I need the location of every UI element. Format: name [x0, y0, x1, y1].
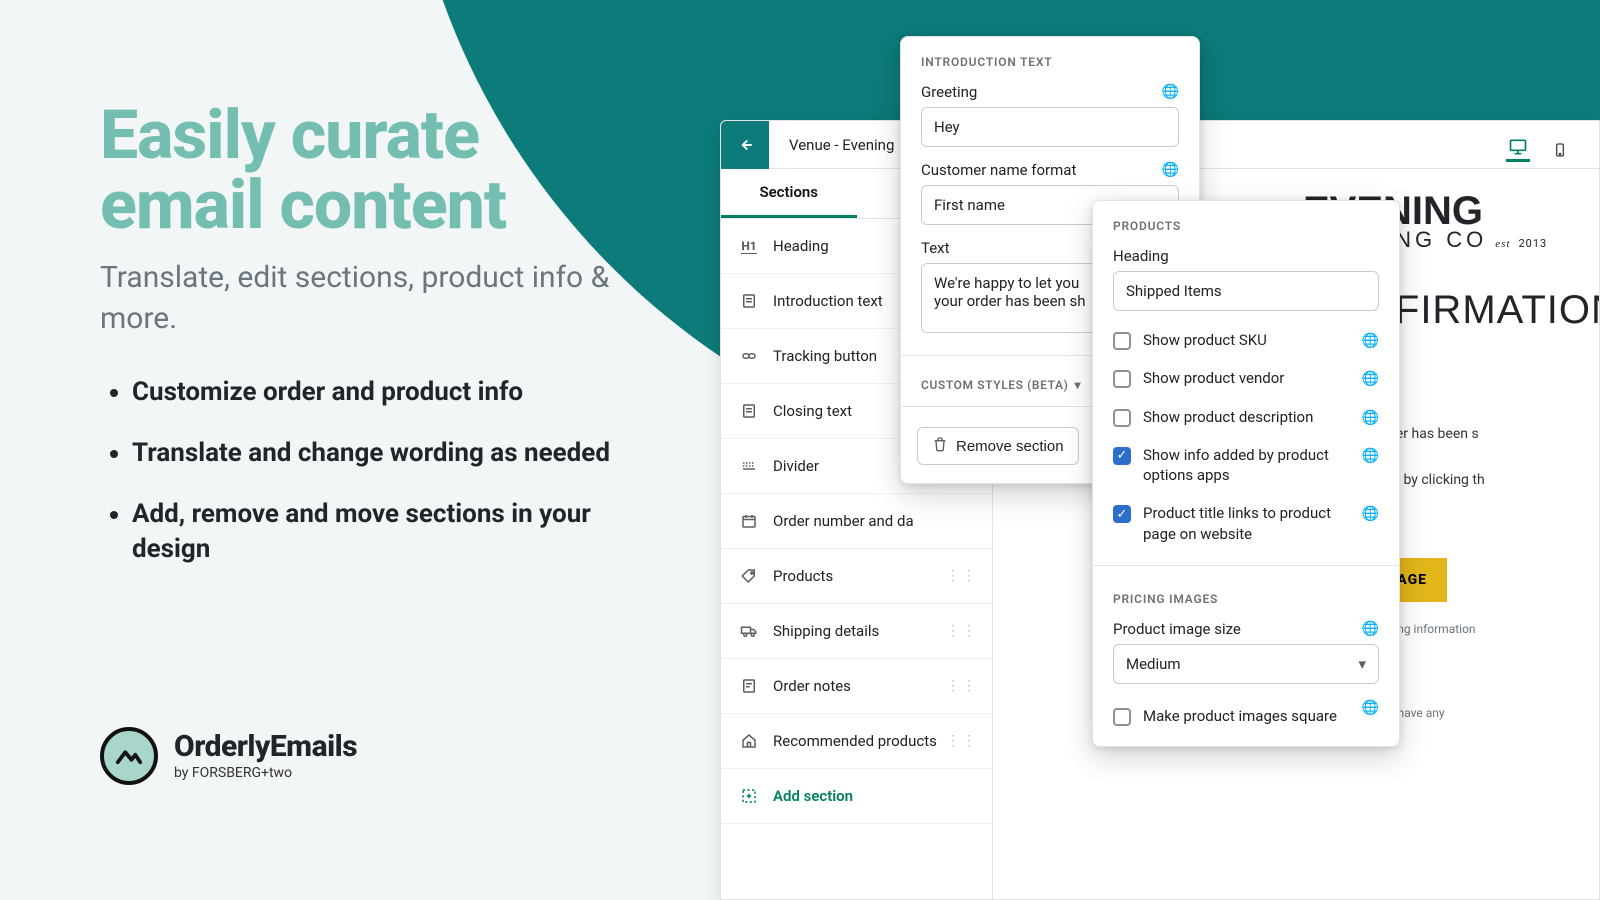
checkbox-icon — [1113, 370, 1131, 388]
drag-handle-icon[interactable]: ⋮⋮ — [946, 733, 978, 749]
products-heading-label: Heading — [1113, 247, 1169, 265]
checkbox-row[interactable]: Make product images square 🌐 — [1093, 688, 1399, 746]
checkbox-label: Show product vendor — [1143, 368, 1314, 388]
checkbox-icon — [1113, 332, 1131, 350]
section-icon — [739, 622, 759, 640]
hero-title-line2: email content — [100, 165, 506, 245]
checkbox-icon — [1113, 409, 1131, 427]
text-label: Text — [921, 239, 950, 257]
hero: Easily curate email content Translate, e… — [100, 100, 660, 593]
hero-bullet: Customize order and product info — [132, 375, 660, 410]
checkbox-label: Show product description — [1143, 407, 1343, 427]
checkbox-row[interactable]: Show product vendor 🌐 — [1093, 359, 1399, 397]
checkbox-label: Make product images square — [1143, 706, 1367, 726]
remove-section-label: Remove section — [956, 438, 1064, 455]
section-icon — [739, 457, 759, 475]
section-icon — [739, 347, 759, 365]
section-item[interactable]: Order notes ⋮⋮ — [721, 659, 992, 714]
section-label: Introduction text — [773, 292, 883, 310]
checkbox-label: Show product SKU — [1143, 330, 1297, 350]
drag-handle-icon[interactable]: ⋮⋮ — [946, 568, 978, 584]
drag-handle-icon[interactable]: ⋮⋮ — [946, 623, 978, 639]
image-size-select[interactable]: Medium ▾ — [1113, 644, 1379, 684]
section-item[interactable]: Recommended products ⋮⋮ — [721, 714, 992, 769]
section-item[interactable]: Shipping details ⋮⋮ — [721, 604, 992, 659]
plus-box-icon — [739, 787, 759, 805]
brand-logo-icon — [100, 727, 158, 785]
section-item[interactable]: Products ⋮⋮ — [721, 549, 992, 604]
drag-handle-icon[interactable]: ⋮⋮ — [946, 678, 978, 694]
globe-icon[interactable]: 🌐 — [1362, 410, 1379, 426]
globe-icon[interactable]: 🌐 — [1362, 371, 1379, 387]
section-icon — [739, 292, 759, 310]
image-size-label: Product image size — [1113, 620, 1241, 638]
section-icon — [739, 677, 759, 695]
chevron-down-icon: ▾ — [1358, 655, 1366, 673]
hero-bullet: Translate and change wording as needed — [132, 436, 660, 471]
section-icon — [739, 732, 759, 750]
section-icon — [739, 402, 759, 420]
back-button[interactable] — [721, 121, 769, 169]
globe-icon[interactable]: 🌐 — [1162, 84, 1179, 100]
globe-icon[interactable]: 🌐 — [1362, 506, 1379, 522]
globe-icon[interactable]: 🌐 — [1362, 621, 1379, 637]
desktop-icon — [1508, 137, 1528, 157]
pricing-images-title: PRICING IMAGES — [1093, 574, 1399, 614]
brand-name: OrderlyEmails — [174, 732, 357, 762]
section-icon: H1 — [739, 239, 759, 254]
hero-title: Easily curate email content — [100, 100, 660, 240]
globe-icon[interactable]: 🌐 — [1162, 162, 1179, 178]
globe-icon[interactable]: 🌐 — [1362, 448, 1379, 464]
checkbox-label: Product title links to product page on w… — [1143, 503, 1379, 544]
tab-sections[interactable]: Sections — [721, 169, 857, 218]
checkbox-row[interactable]: Show product description 🌐 — [1093, 398, 1399, 436]
section-label: Closing text — [773, 402, 852, 420]
mobile-icon — [1552, 140, 1568, 160]
panel-title: INTRODUCTION TEXT — [901, 37, 1199, 77]
device-toggle — [1506, 138, 1572, 162]
image-size-value: Medium — [1126, 655, 1181, 673]
remove-section-button[interactable]: Remove section — [917, 427, 1079, 465]
section-label: Shipping details — [773, 622, 879, 640]
checkbox-row[interactable]: ✓ Product title links to product page on … — [1093, 494, 1399, 553]
checkbox-row[interactable]: ✓ Show info added by product options apps… — [1093, 436, 1399, 495]
greeting-input[interactable] — [921, 107, 1179, 147]
panel-title: PRODUCTS — [1093, 201, 1399, 241]
section-label: Tracking button — [773, 347, 877, 365]
section-item[interactable]: Order number and da — [721, 494, 992, 549]
section-label: Order number and da — [773, 512, 914, 530]
chevron-down-icon: ▾ — [1074, 378, 1081, 392]
section-label: Divider — [773, 457, 819, 475]
brand-lockup: OrderlyEmails by FORSBERG+two — [100, 727, 357, 785]
hero-title-line1: Easily curate — [100, 95, 479, 175]
preview-brand-year: 2013 — [1518, 238, 1547, 249]
checkbox-label: Show info added by product options apps — [1143, 445, 1379, 486]
checkbox-icon: ✓ — [1113, 505, 1131, 523]
section-icon — [739, 512, 759, 530]
hero-bullets: Customize order and product info Transla… — [100, 375, 660, 567]
add-section-button[interactable]: Add section — [721, 769, 992, 824]
mobile-view-button[interactable] — [1548, 138, 1572, 162]
checkbox-icon — [1113, 708, 1131, 726]
section-label: Products — [773, 567, 833, 585]
brand-byline: by FORSBERG+two — [174, 766, 357, 780]
products-heading-input[interactable] — [1113, 271, 1379, 311]
hero-subtitle: Translate, edit sections, product info &… — [100, 258, 620, 339]
section-icon — [739, 567, 759, 585]
globe-icon[interactable]: 🌐 — [1362, 700, 1379, 716]
desktop-view-button[interactable] — [1506, 138, 1530, 162]
back-arrow-icon — [736, 136, 754, 154]
greeting-label: Greeting — [921, 83, 977, 101]
trash-icon — [932, 436, 948, 456]
section-label: Heading — [773, 237, 829, 255]
checkbox-row[interactable]: Show product SKU 🌐 — [1093, 321, 1399, 359]
checkbox-icon: ✓ — [1113, 447, 1131, 465]
panel-products: PRODUCTS Heading Show product SKU🌐Show p… — [1092, 200, 1400, 747]
section-label: Recommended products — [773, 732, 937, 750]
name-format-label: Customer name format — [921, 161, 1076, 179]
globe-icon[interactable]: 🌐 — [1362, 333, 1379, 349]
add-section-label: Add section — [773, 787, 853, 805]
section-label: Order notes — [773, 677, 851, 695]
hero-bullet: Add, remove and move sections in your de… — [132, 497, 660, 567]
